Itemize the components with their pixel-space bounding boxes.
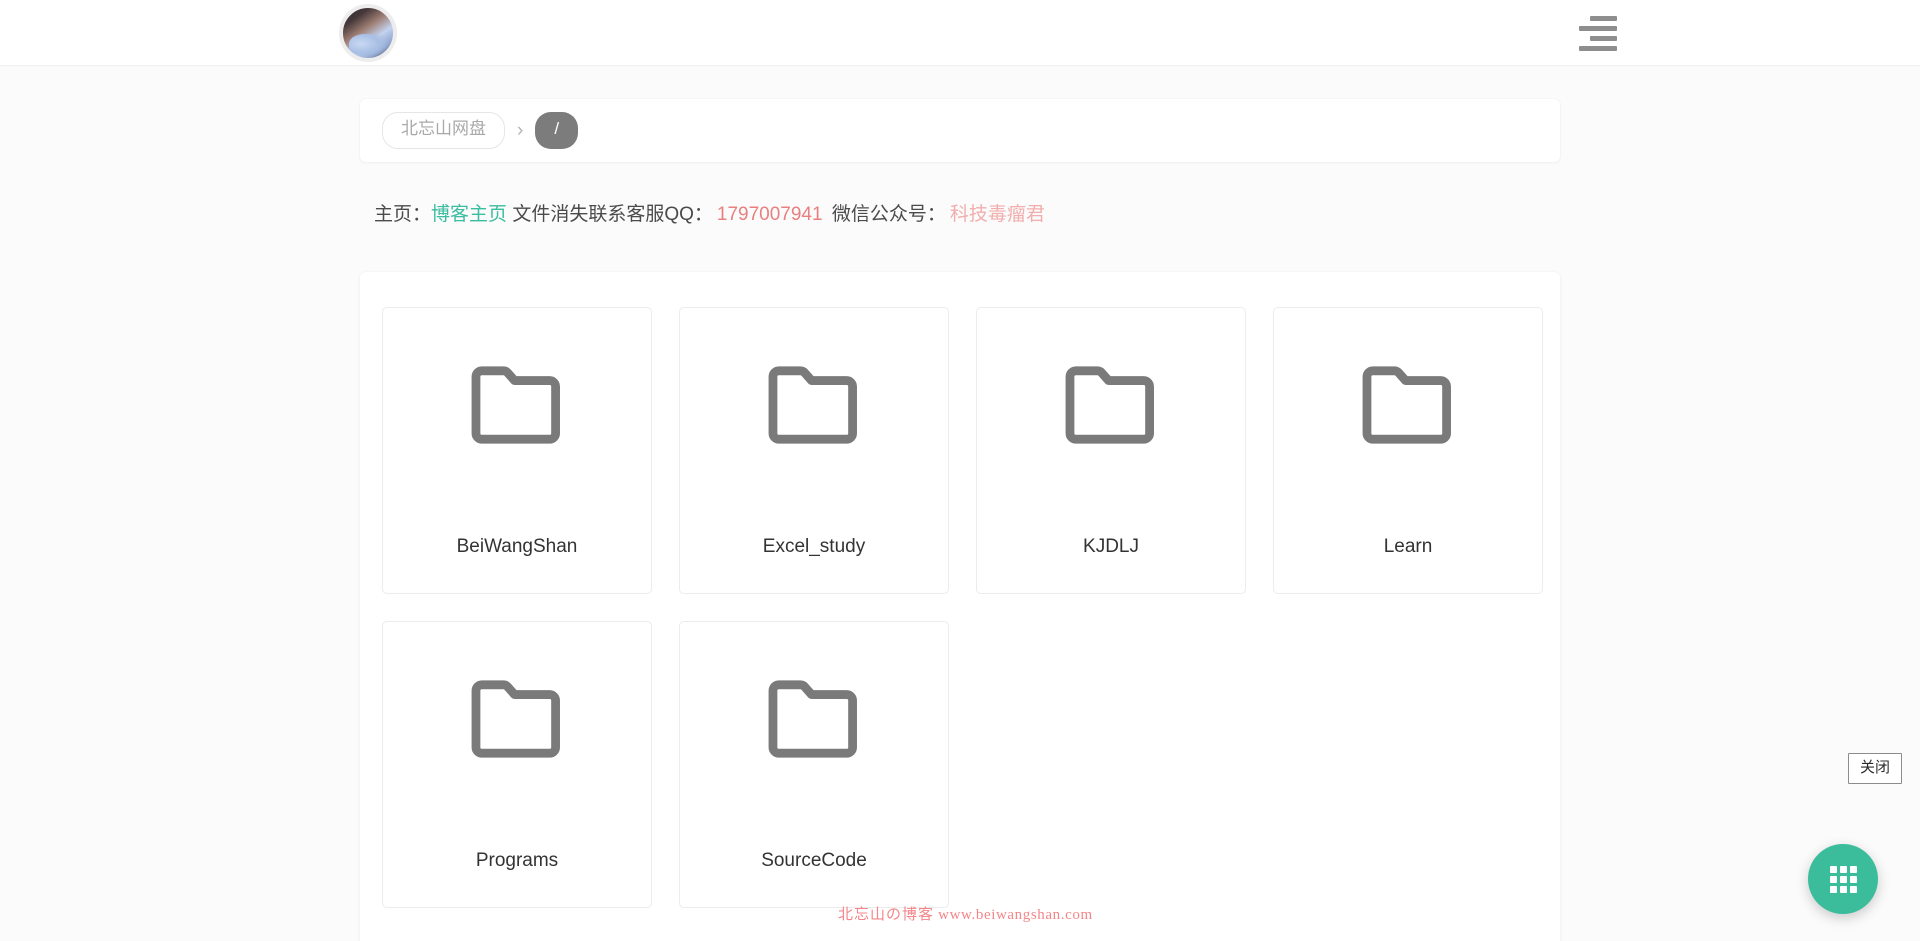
folder-icon [765,677,863,761]
blog-home-link[interactable]: 博客主页 [431,204,507,225]
top-header-bar [0,0,1920,66]
folder-icon [468,677,566,761]
folder-icon [468,363,566,447]
breadcrumb-item-root[interactable]: 北忘山网盘 [382,112,505,149]
grid-cell [1829,865,1837,873]
menu-bar-1 [1590,15,1617,21]
close-button[interactable]: 关闭 [1847,753,1902,784]
grid-cell [1839,875,1847,883]
file-card[interactable]: Programs [382,620,652,908]
page-body: 北忘山网盘 › / 主页：博客主页 文件消失联系客服QQ： 1797007941 … [0,99,1920,941]
grid-cell [1829,885,1837,893]
content-container: 北忘山网盘 › / 主页：博客主页 文件消失联系客服QQ： 1797007941 … [360,99,1560,941]
file-name: KJDLJ [1083,535,1139,557]
grid-cell [1849,865,1857,873]
file-card[interactable]: SourceCode [679,620,949,908]
file-card[interactable]: Excel_study [679,306,949,594]
file-name: Programs [475,849,559,871]
breadcrumb: 北忘山网盘 › / [382,112,579,149]
breadcrumb-item-current[interactable]: / [535,112,579,149]
file-card[interactable]: Learn [1273,306,1543,594]
menu-bar-4 [1579,45,1617,51]
files-panel: BeiWangShan Excel_study KJDLJ Learn Prog… [360,271,1560,941]
file-card[interactable]: KJDLJ [976,306,1246,594]
grid-cell [1829,875,1837,883]
breadcrumb-card: 北忘山网盘 › / [360,99,1560,162]
notice-qq-label: 文件消失联系客服QQ： [512,204,713,225]
menu-bar-3 [1590,35,1617,41]
avatar[interactable] [339,4,397,62]
file-name: BeiWangShan [456,535,578,557]
grid-cell [1839,865,1847,873]
grid-cell [1849,875,1857,883]
notice-wechat-label: 微信公众号： [831,204,946,225]
apps-fab-button[interactable] [1808,844,1878,914]
notice-home-label: 主页： [374,204,432,225]
file-name: Learn [1383,535,1433,557]
file-card[interactable]: BeiWangShan [382,306,652,594]
menu-bar-2 [1579,25,1617,31]
wechat-account-name: 科技毒瘤君 [949,204,1045,225]
folder-icon [765,363,863,447]
grid-cell [1849,885,1857,893]
file-name: Excel_study [762,535,866,557]
grid-apps-icon [1829,865,1857,893]
file-name: SourceCode [761,849,867,871]
customer-service-qq[interactable]: 1797007941 [713,204,827,225]
file-grid: BeiWangShan Excel_study KJDLJ Learn Prog… [360,306,1560,908]
hamburger-menu-icon[interactable] [1576,12,1620,54]
folder-icon [1359,363,1457,447]
grid-cell [1839,885,1847,893]
notice-line: 主页：博客主页 文件消失联系客服QQ： 1797007941 微信公众号： 科技毒瘤… [360,202,1560,229]
folder-icon [1062,363,1160,447]
chevron-right-icon: › [517,119,524,141]
